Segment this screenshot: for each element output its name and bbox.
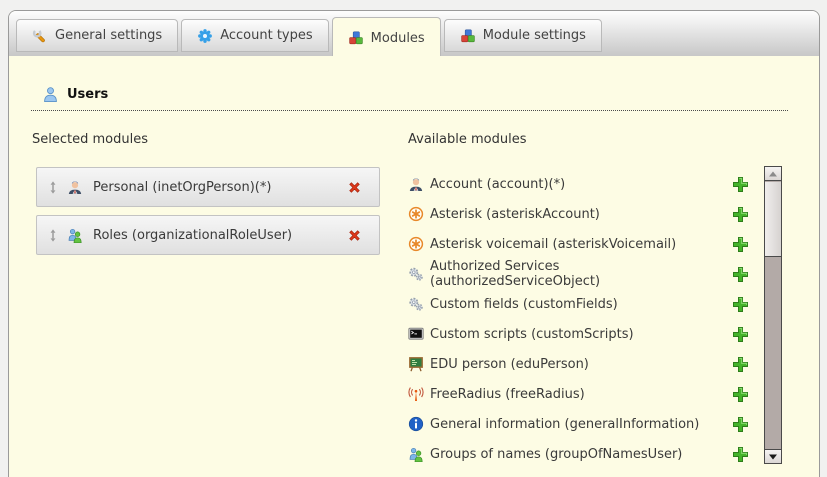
available-module-row: Account (account)(*) (408, 169, 749, 199)
gears-icon (408, 266, 424, 282)
add-module-button[interactable] (732, 266, 749, 283)
businessman-icon (408, 176, 424, 192)
drag-handle-icon[interactable] (47, 180, 59, 195)
available-module-label: Custom fields (customFields) (430, 297, 726, 312)
modules-cubes-icon (348, 30, 364, 46)
remove-module-button[interactable] (346, 179, 363, 196)
available-module-label: FreeRadius (freeRadius) (430, 387, 726, 402)
selected-module-label: Personal (inetOrgPerson)(*) (93, 180, 338, 195)
asterisk-icon (408, 236, 424, 252)
available-module-row: Authorized Services (authorizedServiceOb… (408, 259, 749, 289)
tab-general-settings[interactable]: General settings (16, 19, 178, 52)
available-module-label: Custom scripts (customScripts) (430, 327, 726, 342)
available-module-label: Groups of names (groupOfNamesUser) (430, 447, 726, 462)
chalkboard-icon (408, 356, 424, 372)
drag-handle-icon[interactable] (47, 228, 59, 243)
remove-module-button[interactable] (346, 227, 363, 244)
available-module-label: Account (account)(*) (430, 177, 726, 192)
user-icon (42, 86, 59, 103)
businessman-icon (67, 179, 83, 195)
add-module-button[interactable] (732, 326, 749, 343)
selected-module-label: Roles (organizationalRoleUser) (93, 228, 338, 243)
modules-tab-content: Users Selected modules Personal (inetOrg… (9, 56, 819, 477)
available-modules-heading: Available modules (408, 132, 749, 148)
add-module-button[interactable] (732, 296, 749, 313)
group-icon (408, 446, 424, 462)
gears-icon (408, 296, 424, 312)
info-icon (408, 416, 424, 432)
section-title: Users (67, 87, 108, 102)
available-modules-list: Account (account)(*) Asterisk (asteriskAc… (408, 169, 749, 469)
modules-cubes-icon (460, 28, 476, 44)
wrench-icon (32, 28, 48, 44)
add-module-button[interactable] (732, 236, 749, 253)
tab-module-settings[interactable]: Module settings (444, 19, 602, 52)
available-module-row: Asterisk voicemail (asteriskVoicemail) (408, 229, 749, 259)
gear-badge-icon (197, 28, 213, 44)
available-module-label: EDU person (eduPerson) (430, 357, 726, 372)
available-module-row: Custom fields (customFields) (408, 289, 749, 319)
available-module-row: General information (generalInformation) (408, 409, 749, 439)
add-module-button[interactable] (732, 446, 749, 463)
add-module-button[interactable] (732, 206, 749, 223)
available-modules-panel: Available modules Account (account)(*) As… (408, 132, 749, 469)
antenna-icon (408, 386, 424, 402)
available-module-row: Asterisk (asteriskAccount) (408, 199, 749, 229)
add-module-button[interactable] (732, 416, 749, 433)
scrollbar-up-button[interactable] (765, 167, 781, 181)
available-module-label: Asterisk voicemail (asteriskVoicemail) (430, 237, 726, 252)
tab-label: Modules (371, 31, 425, 46)
tab-label: Account types (220, 28, 312, 43)
available-modules-scrollbar[interactable] (764, 166, 782, 464)
tab-bar: General settings Account types Modules Modu… (9, 11, 819, 56)
available-module-label: General information (generalInformation) (430, 417, 726, 432)
selected-module-row[interactable]: Personal (inetOrgPerson)(*) (36, 167, 380, 207)
scrollbar-down-button[interactable] (765, 449, 781, 463)
group-icon (67, 227, 83, 243)
available-module-row: EDU person (eduPerson) (408, 349, 749, 379)
tab-label: General settings (55, 28, 162, 43)
terminal-icon (408, 326, 424, 342)
available-module-row: Groups of names (groupOfNamesUser) (408, 439, 749, 469)
scroll-down-arrow-icon (769, 454, 777, 459)
selected-modules-list: Personal (inetOrgPerson)(*) Roles (organi… (36, 167, 380, 255)
settings-window: General settings Account types Modules Modu… (8, 10, 820, 477)
selected-modules-panel: Selected modules Personal (inetOrgPerson… (32, 132, 384, 263)
available-module-row: FreeRadius (freeRadius) (408, 379, 749, 409)
selected-modules-heading: Selected modules (32, 132, 384, 148)
available-module-label: Authorized Services (authorizedServiceOb… (430, 259, 726, 289)
tab-modules[interactable]: Modules (332, 17, 441, 58)
tab-account-types[interactable]: Account types (181, 19, 328, 52)
scrollbar-thumb[interactable] (765, 182, 781, 257)
users-section-header: Users (31, 86, 788, 111)
selected-module-row[interactable]: Roles (organizationalRoleUser) (36, 215, 380, 255)
add-module-button[interactable] (732, 176, 749, 193)
asterisk-icon (408, 206, 424, 222)
add-module-button[interactable] (732, 386, 749, 403)
available-module-row: Custom scripts (customScripts) (408, 319, 749, 349)
scroll-up-arrow-icon (769, 171, 777, 176)
add-module-button[interactable] (732, 356, 749, 373)
tab-label: Module settings (483, 28, 586, 43)
available-module-label: Asterisk (asteriskAccount) (430, 207, 726, 222)
